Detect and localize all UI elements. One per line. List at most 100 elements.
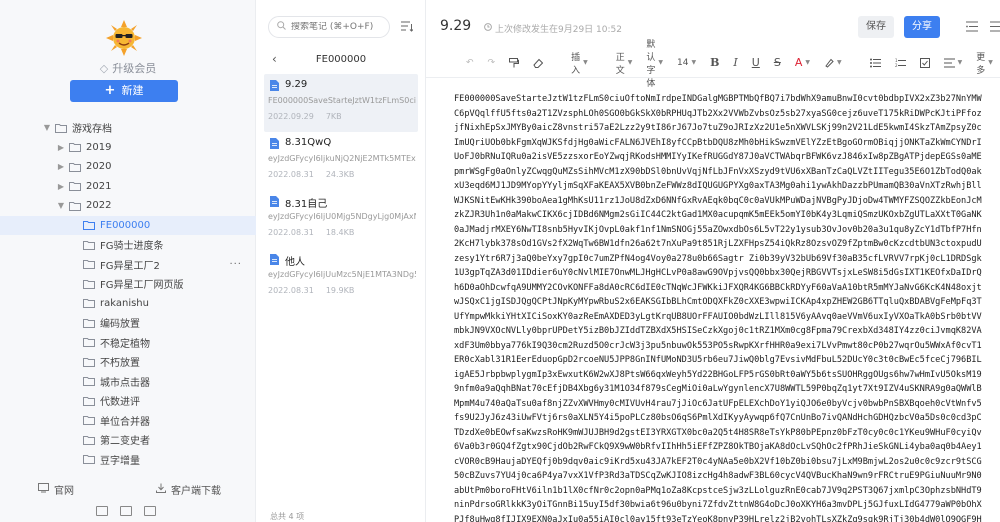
chevron-down-icon: ▼ (658, 59, 664, 66)
bullet-list-icon[interactable] (869, 58, 881, 68)
strikethrough-icon[interactable]: S (774, 56, 781, 69)
tree-item-label: 豆字增量 (100, 455, 140, 467)
tree-item[interactable]: 代数进评 (0, 391, 256, 411)
document-icon (270, 196, 279, 207)
undo-icon[interactable]: ↶ (466, 58, 474, 68)
note-item[interactable]: 8.31自己 eyJzdGFycyI6IjU0Mjg5NDgyLjg0MjAxND… (264, 190, 418, 248)
diamond-icon: ◇ (99, 62, 109, 75)
search-box[interactable] (268, 16, 390, 38)
folder-icon (83, 435, 95, 445)
underline-icon[interactable]: U (752, 56, 760, 69)
folder-icon (83, 298, 95, 309)
insert-dropdown[interactable]: 插入 ▼ (571, 50, 588, 76)
more-dropdown[interactable]: 更多 ▼ (976, 50, 993, 76)
folder-icon (69, 142, 81, 153)
chevron-down-icon[interactable]: ▼ (56, 201, 66, 210)
note-item-excerpt: eyJzdGFycyI6IjUuMzc5NjE1MTA3NDg5M2U (268, 270, 416, 279)
note-item-meta: 2022.08.31 19.9KB (268, 286, 354, 295)
tree-item[interactable]: FE000000 (0, 215, 256, 235)
tree-item-label: rakanishu (100, 297, 149, 309)
align-icon[interactable]: ▼ (943, 58, 962, 68)
eraser-icon[interactable] (533, 58, 544, 68)
note-item[interactable]: 9.29 FE000000SaveStarteJztW1tzFLmS0ciuOft… (264, 74, 418, 132)
tree-item[interactable]: 第二变史者 (0, 430, 256, 450)
font-dropdown[interactable]: 默认字体 ▼ (646, 37, 663, 89)
chevron-right-icon[interactable]: ▶ (56, 182, 66, 191)
note-item-meta: 2022.08.31 18.4KB (268, 228, 354, 237)
numbered-list-icon[interactable]: 12 (895, 58, 906, 68)
tree-item[interactable]: 单位合并器 (0, 411, 256, 431)
official-site-link[interactable]: 官网 (38, 482, 74, 497)
note-body[interactable]: FE000000SaveStarteJztW1tzFLmS0ciuOftoNmI… (454, 92, 984, 522)
tree-item[interactable]: ▼ 游戏存档 (0, 118, 256, 138)
share-button[interactable]: 分享 (904, 16, 940, 38)
search-icon (277, 21, 286, 33)
outline-icon[interactable] (966, 21, 978, 35)
upgrade-membership-link[interactable]: ◇ 升级会员 (0, 60, 256, 76)
chevron-down-icon[interactable]: ▼ (42, 123, 52, 132)
tree-item[interactable]: ▶ 2020 (0, 157, 256, 177)
checkbox-icon[interactable] (919, 57, 930, 68)
view-columns-icon[interactable] (96, 506, 108, 516)
note-item-date: 2022.08.31 (268, 170, 314, 179)
tree-item[interactable]: 豆字增量 (0, 450, 256, 470)
more-options-icon[interactable] (990, 21, 1000, 35)
new-note-button[interactable]: + 新建 (70, 80, 178, 102)
tree-item[interactable]: FG异星工厂网页版 (0, 274, 256, 294)
folder-icon (69, 201, 81, 211)
note-list-pane: ‹ FE000000 9.29 FE000000SaveStarteJztW1tz… (256, 0, 426, 522)
chevron-right-icon[interactable]: ▶ (56, 143, 66, 152)
save-button[interactable]: 保存 (858, 16, 894, 38)
svg-text:2: 2 (895, 63, 898, 68)
bold-icon[interactable]: B (710, 56, 719, 69)
note-item[interactable]: 他人 eyJzdGFycyI6IjUuMzc5NjE1MTA3NDg5M2U 202… (264, 248, 418, 306)
note-item-title: 9.29 (285, 79, 308, 90)
list-header: ‹ FE000000 (256, 52, 426, 68)
text-style-dropdown[interactable]: 正文 ▼ (616, 50, 633, 76)
view-sidebar-icon[interactable] (120, 506, 132, 516)
note-item-title: 他人 (285, 257, 305, 268)
folder-icon (69, 162, 81, 172)
font-size-dropdown[interactable]: 14 ▼ (677, 58, 696, 68)
redo-icon[interactable]: ↷ (488, 58, 496, 68)
format-painter-icon[interactable] (509, 57, 520, 68)
tree-item[interactable]: rakanishu (0, 294, 256, 314)
tree-item[interactable]: 不朽放置 (0, 352, 256, 372)
tree-item-label: 编码放置 (100, 319, 140, 331)
tree-item[interactable]: FG异星工厂2 ··· (0, 255, 256, 275)
tree-item[interactable]: 编码放置 (0, 313, 256, 333)
note-item-title: 8.31QwQ (285, 137, 332, 148)
folder-icon (83, 318, 95, 328)
note-item-excerpt: FE000000SaveStarteJztW1tzFLmS0ciuOfto (268, 96, 416, 105)
avatar[interactable] (106, 20, 142, 56)
note-title[interactable]: 9.29 (440, 18, 471, 34)
tree-item[interactable]: 不稳定植物 (0, 333, 256, 353)
chevron-down-icon: ▼ (836, 59, 842, 66)
note-item[interactable]: 8.31QwQ eyJzdGFycyI6IjkuNjQ2NjE2MTk5MTExO… (264, 132, 418, 190)
tree-item[interactable]: ▼ 2022 (0, 196, 256, 216)
sort-icon[interactable] (401, 20, 414, 32)
chevron-down-icon: ▼ (988, 59, 993, 66)
chevron-right-icon[interactable]: ▶ (56, 162, 66, 171)
note-item-meta: 2022.09.29 7KB (268, 112, 342, 121)
font-color-icon[interactable]: A ▼ (795, 56, 810, 69)
tree-item[interactable]: FG骑士进度条 (0, 235, 256, 255)
upgrade-label: 升级会员 (112, 62, 157, 75)
folder-icon (69, 181, 81, 192)
ellipsis-icon[interactable]: ··· (229, 259, 242, 270)
tree-item-label: 2021 (86, 180, 112, 192)
view-single-icon[interactable] (144, 506, 156, 516)
italic-icon[interactable]: I (733, 56, 737, 69)
tree-item[interactable]: 城市点击器 (0, 372, 256, 392)
folder-icon (83, 279, 95, 289)
tree-item[interactable]: ▶ 2019 (0, 138, 256, 158)
note-item-size: 18.4KB (325, 228, 355, 237)
note-item-title: 8.31自己 (285, 199, 328, 210)
tree-item[interactable]: ▶ 2021 (0, 177, 256, 197)
tree-item-label: FG骑士进度条 (100, 241, 164, 253)
chevron-down-icon: ▼ (805, 59, 810, 66)
highlight-icon[interactable]: ▼ (824, 58, 842, 68)
font-label: 默认字体 (646, 39, 656, 89)
search-input[interactable] (291, 22, 381, 32)
client-download-link[interactable]: 客户端下载 (156, 482, 221, 497)
